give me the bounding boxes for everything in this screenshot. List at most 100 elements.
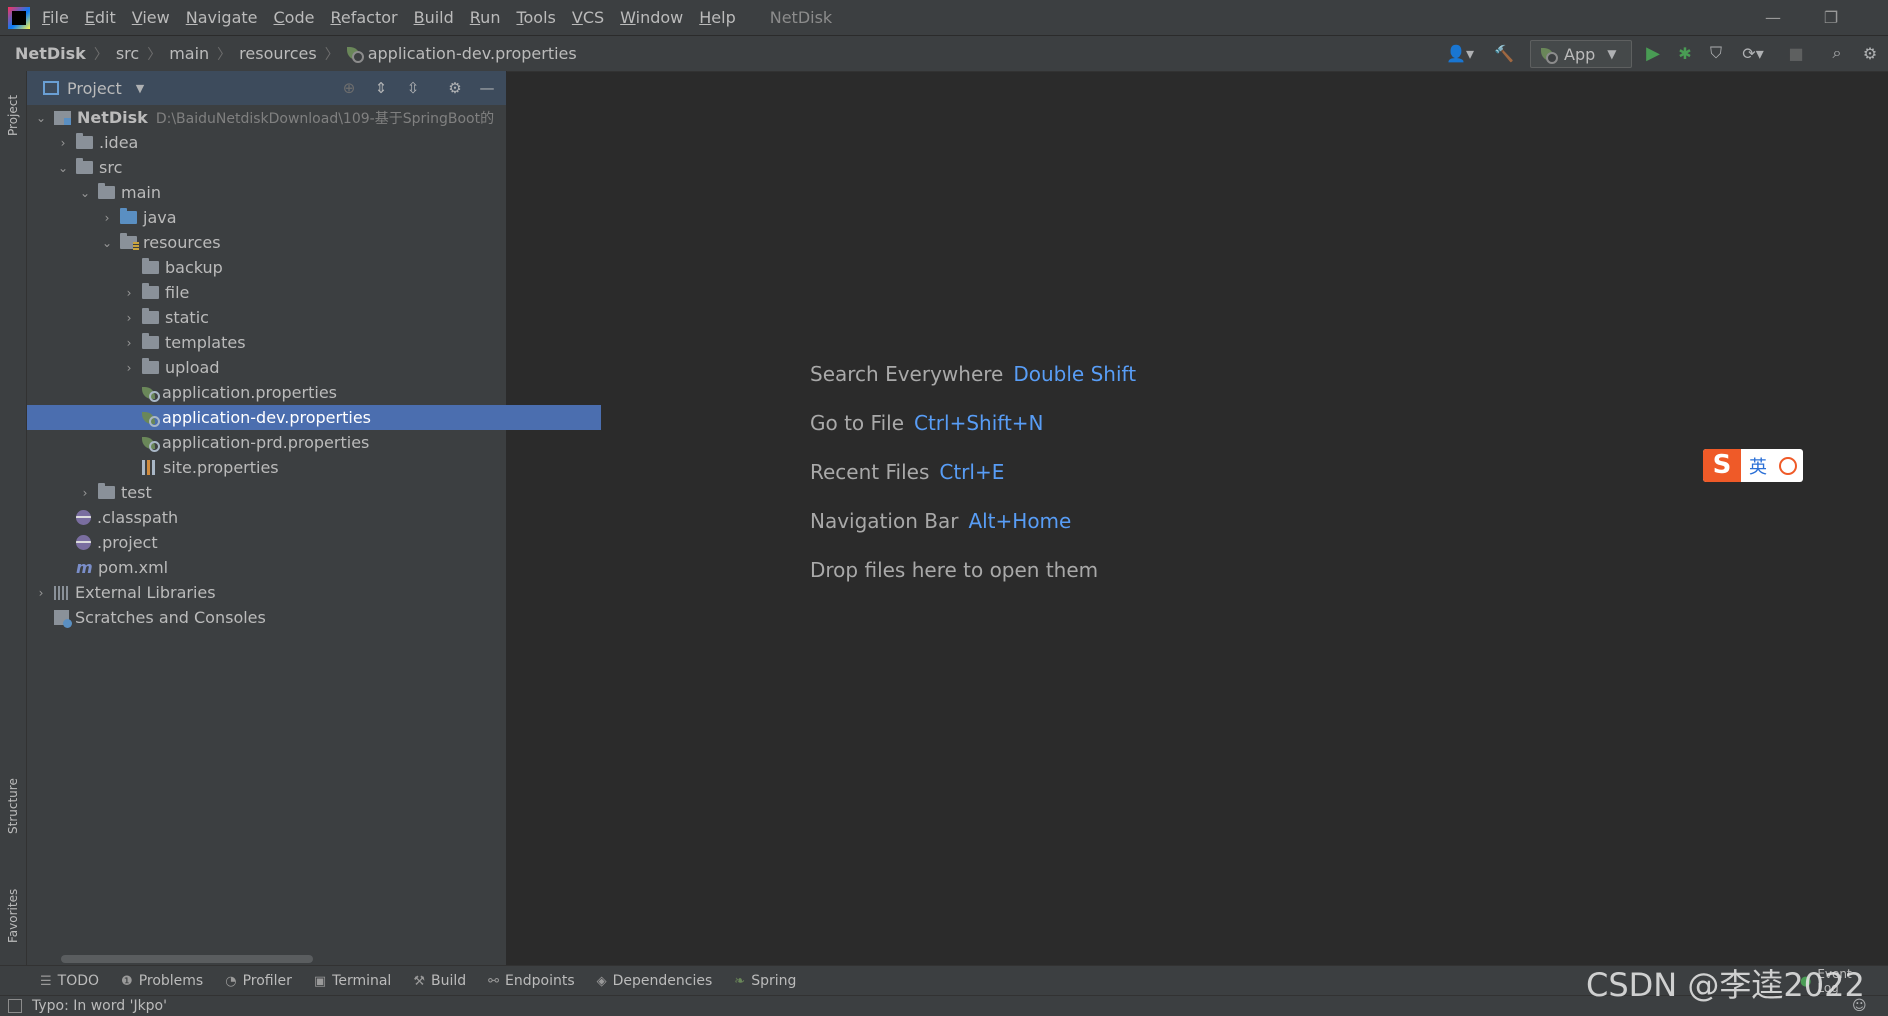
breadcrumb-file[interactable]: application-dev.properties (368, 44, 577, 63)
menu-vcs[interactable]: VCS (572, 8, 604, 27)
menu-bar: File Edit View Navigate Code Refactor Bu… (0, 0, 1888, 35)
tree-node-external-libraries[interactable]: › External Libraries (27, 580, 513, 605)
chevron-down-icon: ▼ (1607, 47, 1617, 61)
breadcrumb-separator-icon: 〉 (324, 46, 339, 63)
chevron-down-icon[interactable]: ▼ (136, 82, 144, 95)
menu-window[interactable]: Window (620, 8, 683, 27)
menu-help[interactable]: Help (699, 8, 735, 27)
spring-properties-icon (142, 436, 160, 452)
tree-node-scratches[interactable]: Scratches and Consoles (27, 605, 513, 630)
menu-build[interactable]: Build (414, 8, 454, 27)
ime-skin-icon[interactable] (1779, 456, 1797, 475)
menu-code[interactable]: Code (274, 8, 315, 27)
status-message[interactable]: Typo: In word 'Jkpo' (32, 998, 167, 1014)
profile-icon[interactable]: ⟳▾ (1738, 41, 1768, 65)
tab-spring[interactable]: ❧ Spring (734, 973, 796, 989)
chevron-right-icon[interactable]: › (100, 211, 114, 225)
chevron-right-icon[interactable]: › (56, 136, 70, 150)
tab-endpoints[interactable]: ⚯ Endpoints (488, 973, 575, 989)
chevron-right-icon[interactable]: › (122, 336, 136, 350)
tree-node-label: .idea (99, 133, 139, 152)
build-hammer-icon[interactable]: 🔨 (1494, 41, 1514, 65)
settings-gear-icon[interactable]: ⚙ (1859, 41, 1881, 65)
tab-profiler[interactable]: ◔ Profiler (225, 973, 292, 989)
toggle-tool-windows-icon[interactable] (8, 999, 22, 1013)
ime-language-label[interactable]: 英 (1749, 453, 1767, 479)
folder-icon (142, 358, 159, 374)
hint-text: Navigation Bar (810, 509, 959, 533)
expand-all-icon[interactable]: ⇕ (372, 79, 390, 97)
menu-file[interactable]: File (42, 8, 69, 27)
debug-bug-icon[interactable]: ✱ (1675, 41, 1695, 65)
menu-navigate[interactable]: Navigate (186, 8, 258, 27)
menu-view[interactable]: View (132, 8, 170, 27)
tree-node-pom-xml[interactable]: m pom.xml (27, 555, 535, 580)
breadcrumb-resources[interactable]: resources (239, 44, 317, 63)
tree-node-classpath[interactable]: .classpath (27, 505, 535, 530)
tree-node-netdisk[interactable]: ⌄ NetDisk D:\BaiduNetdiskDownload\109-基于… (27, 105, 513, 130)
search-icon[interactable]: ⌕ (1826, 41, 1848, 65)
tab-problems[interactable]: ❶ Problems (121, 973, 203, 989)
account-icon[interactable]: 👤▾ (1443, 41, 1477, 65)
chevron-right-icon[interactable]: › (78, 486, 92, 500)
source-folder-icon (120, 208, 137, 224)
chevron-right-icon[interactable]: › (34, 586, 48, 600)
tree-node-java[interactable]: › java (27, 205, 579, 230)
restore-window-button[interactable]: ❐ (1808, 0, 1854, 35)
project-panel-title[interactable]: Project (67, 79, 122, 98)
hint-text: Search Everywhere (810, 362, 1004, 386)
structure-tool-tab[interactable]: Structure (0, 761, 26, 851)
horizontal-scrollbar[interactable] (61, 955, 313, 963)
folder-icon (142, 308, 159, 324)
tree-node-src[interactable]: ⌄ src (27, 155, 535, 180)
menu-edit[interactable]: Edit (85, 8, 116, 27)
run-icon[interactable]: ▶ (1644, 41, 1662, 65)
chevron-right-icon[interactable]: › (122, 286, 136, 300)
minimize-window-button[interactable]: — (1750, 0, 1796, 35)
hide-panel-icon[interactable]: — (478, 79, 496, 97)
endpoints-icon: ⚯ (488, 973, 500, 989)
hint-shortcut: Alt+Home (968, 509, 1072, 533)
hint-text: Recent Files (810, 460, 930, 484)
run-configuration-select[interactable]: App ▼ (1530, 40, 1632, 68)
tree-node-idea[interactable]: › .idea (27, 130, 535, 155)
breadcrumb-project[interactable]: NetDisk (15, 44, 86, 63)
tree-node-main[interactable]: ⌄ main (27, 180, 557, 205)
favorites-tool-tab[interactable]: Favorites (0, 871, 26, 961)
breadcrumb-src[interactable]: src (116, 44, 139, 63)
tree-node-label: application-dev.properties (162, 408, 371, 427)
tab-todo[interactable]: ☰ TODO (40, 973, 99, 989)
breadcrumb-main[interactable]: main (169, 44, 209, 63)
folder-icon (76, 133, 93, 149)
menu-run[interactable]: Run (470, 8, 501, 27)
menu-tools[interactable]: Tools (516, 8, 555, 27)
stop-icon[interactable]: ■ (1787, 41, 1805, 65)
collapse-all-icon[interactable]: ⇳ (404, 79, 422, 97)
breadcrumb-separator-icon: 〉 (217, 46, 232, 63)
chevron-down-icon[interactable]: ⌄ (34, 111, 48, 125)
project-tool-tab[interactable]: Project (0, 75, 26, 155)
tree-node-resources[interactable]: ⌄ resources (27, 230, 579, 255)
tree-node-project[interactable]: .project (27, 530, 535, 555)
chevron-down-icon[interactable]: ⌄ (100, 236, 114, 250)
spring-properties-icon (142, 386, 160, 402)
coverage-shield-icon[interactable]: ⛉ (1706, 41, 1726, 65)
tab-terminal[interactable]: ▣ Terminal (314, 973, 391, 989)
tab-build[interactable]: ⚒ Build (413, 973, 466, 989)
folder-icon (142, 283, 159, 299)
chevron-right-icon[interactable]: › (122, 361, 136, 375)
tab-label: TODO (57, 973, 100, 989)
tab-dependencies[interactable]: ◈ Dependencies (597, 973, 713, 989)
tree-node-test[interactable]: › test (27, 480, 557, 505)
libraries-icon (54, 585, 70, 600)
chevron-right-icon[interactable]: › (122, 311, 136, 325)
hint-drop-files: Drop files here to open them (810, 558, 1098, 582)
chevron-down-icon[interactable]: ⌄ (78, 186, 92, 200)
menu-refactor[interactable]: Refactor (330, 8, 397, 27)
hint-search-everywhere: Search Everywhere Double Shift (810, 362, 1136, 386)
project-panel-header: Project ▼ ⊕ ⇕ ⇳ ⚙ — (27, 71, 506, 105)
panel-settings-gear-icon[interactable]: ⚙ (446, 79, 464, 97)
locate-file-icon[interactable]: ⊕ (340, 79, 358, 97)
ime-toolbar[interactable]: S 英 (1703, 449, 1803, 482)
chevron-down-icon[interactable]: ⌄ (56, 161, 70, 175)
